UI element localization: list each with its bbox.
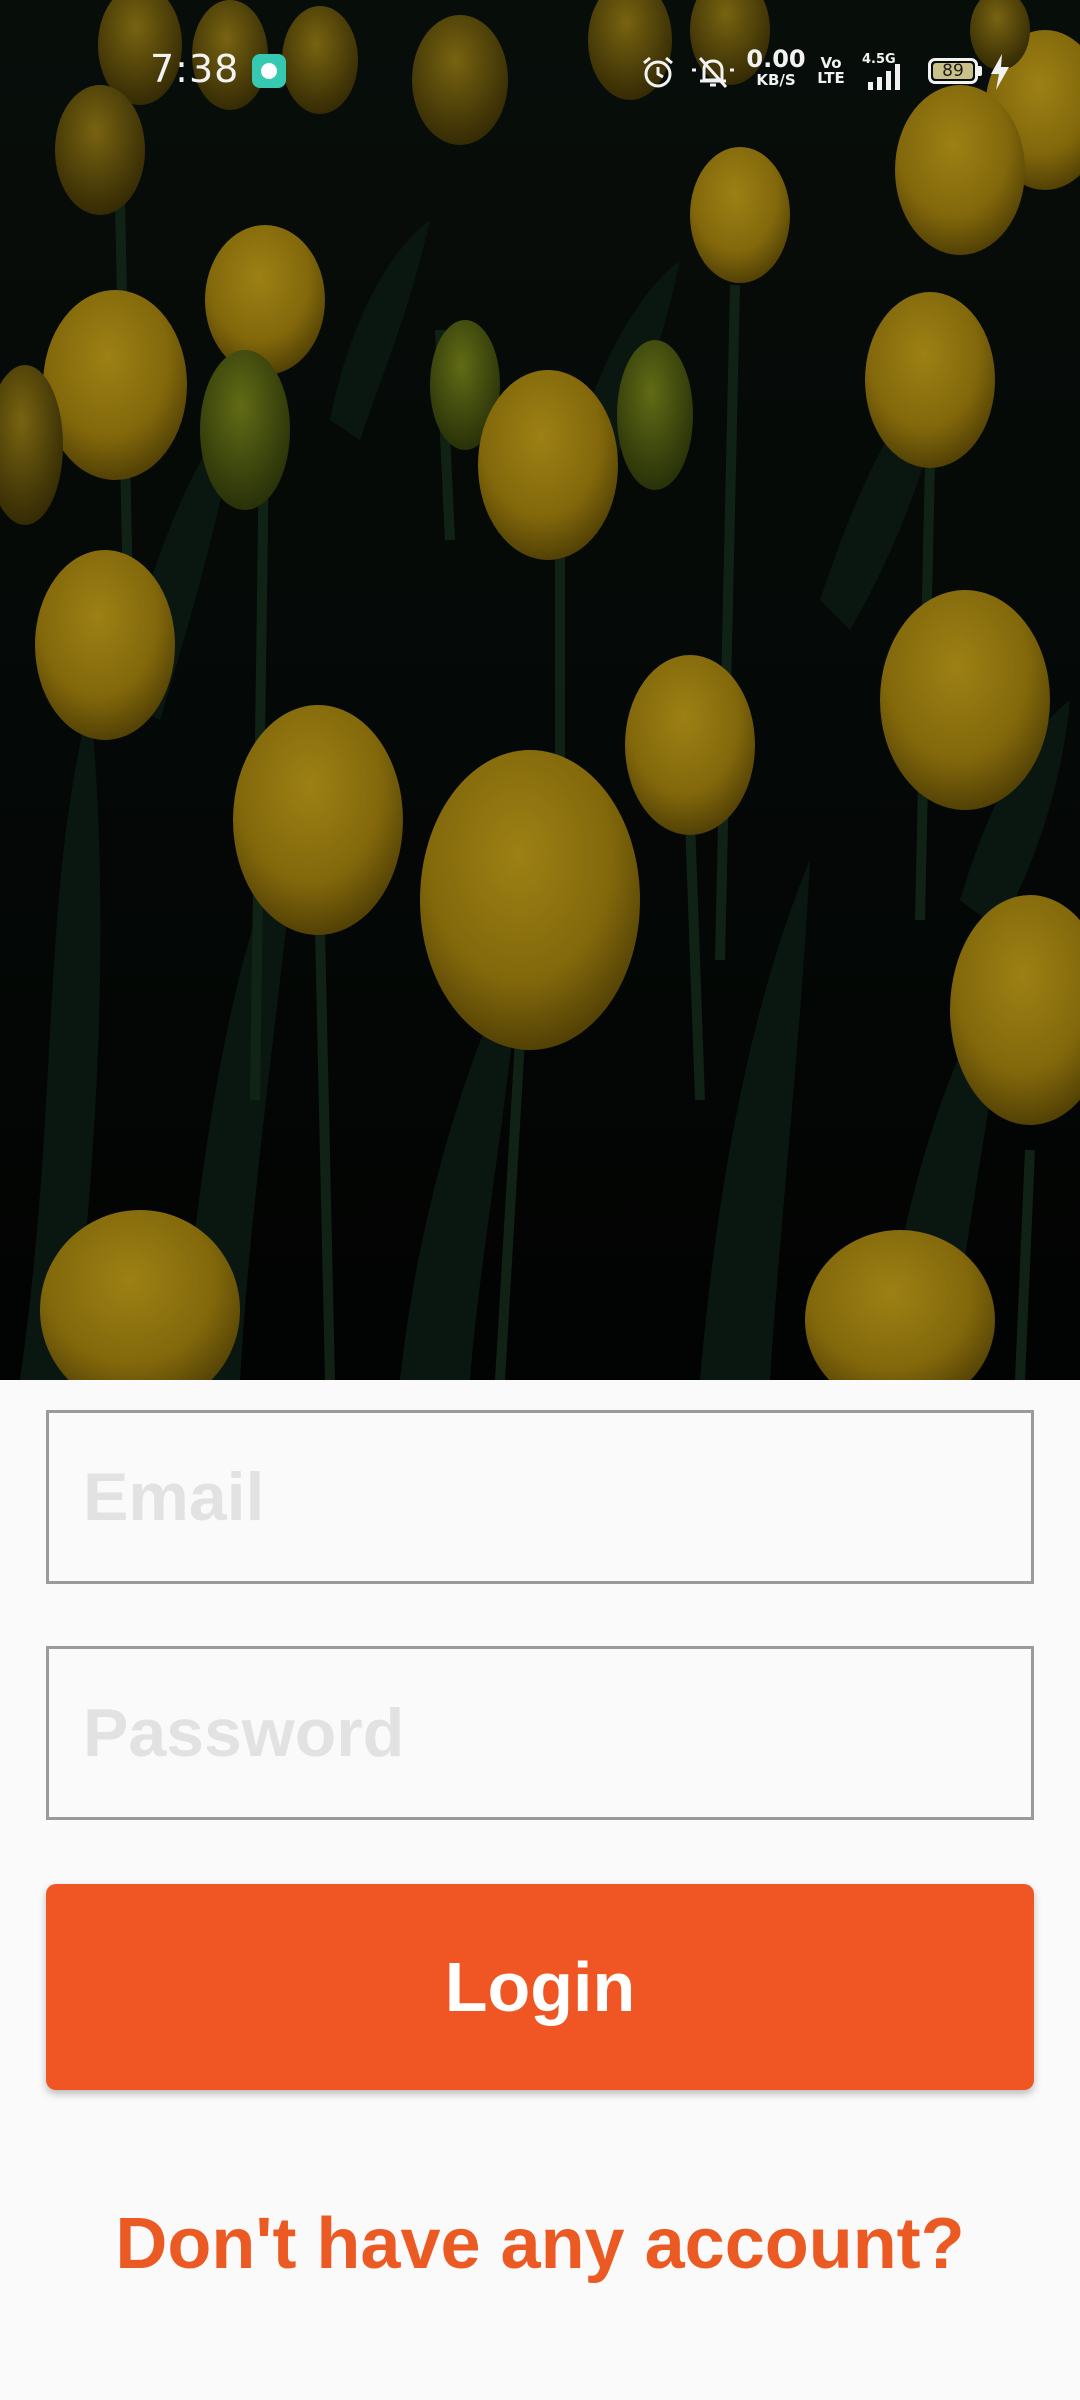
- battery-icon: 89: [928, 58, 978, 84]
- signal-icon: 4.5G: [862, 52, 912, 90]
- alarm-icon: [643, 56, 673, 88]
- hero-image-tulips: [0, 0, 1080, 1380]
- silent-bell-icon: [692, 56, 734, 89]
- signup-link[interactable]: Don't have any account?: [0, 2196, 1080, 2292]
- status-time: 7:38: [150, 47, 240, 91]
- network-speed-value: 0.00: [746, 45, 806, 73]
- tulip-photo-illustration: [0, 0, 1080, 1380]
- network-speed-unit: KB/S: [756, 71, 796, 89]
- app-notification-icon: [252, 54, 286, 88]
- login-button[interactable]: Login: [46, 1884, 1034, 2090]
- volte-bottom-label: LTE: [817, 69, 845, 87]
- email-field[interactable]: [46, 1410, 1034, 1584]
- battery-tip: [978, 66, 982, 76]
- battery-level: 89: [942, 61, 964, 81]
- volte-indicator: Vo LTE: [816, 56, 846, 86]
- status-bar: 7:38 0.00 KB/S Vo LTE 4.5G 89: [0, 0, 1080, 110]
- password-field[interactable]: [46, 1646, 1034, 1820]
- charging-bolt-icon: [991, 54, 1009, 90]
- network-speed: 0.00 KB/S: [746, 46, 806, 88]
- status-right-icons: 0.00 KB/S Vo LTE 4.5G 89: [636, 46, 1016, 96]
